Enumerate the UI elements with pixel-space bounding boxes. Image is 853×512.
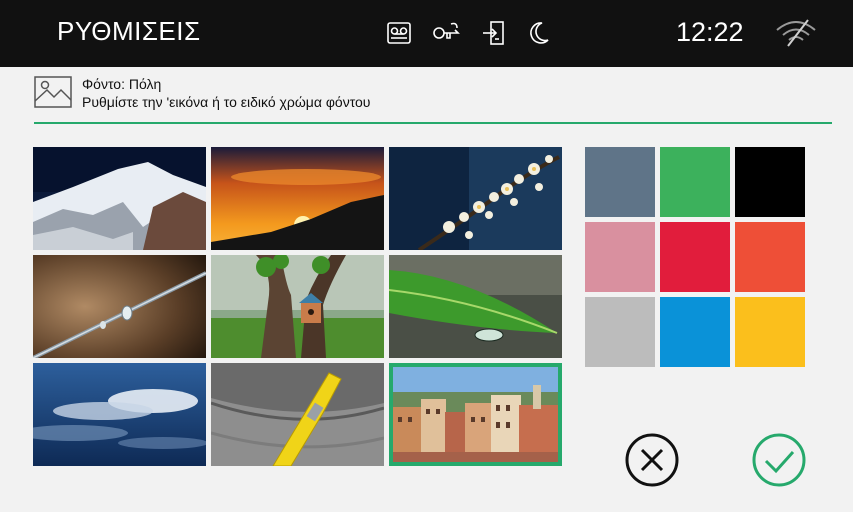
voicemail-icon [387,22,411,44]
divider [34,122,832,124]
wifi-off-icon [776,19,816,47]
color-swatch[interactable] [735,147,805,217]
color-swatch[interactable] [660,147,730,217]
wallpaper-snowy-mountain[interactable] [33,147,206,250]
color-swatch[interactable] [585,222,655,292]
color-swatch[interactable] [585,147,655,217]
settings-header: Φόντο: Πόλη Ρυθμίστε την 'εικόνα ή το ει… [34,74,834,124]
wallpaper-birdhouse-tree[interactable] [211,255,384,358]
background-subtitle: Ρυθμίστε την 'εικόνα ή το ειδικό χρώμα φ… [82,94,371,110]
color-swatch[interactable] [735,222,805,292]
confirm-icon [752,433,806,487]
wallpaper-city[interactable] [389,363,562,466]
wallpaper-blossom-branch[interactable] [389,147,562,250]
color-swatch[interactable] [660,297,730,367]
page-title: ΡΥΘΜΙΣΕΙΣ [57,16,201,46]
wallpaper-sunset-hills[interactable] [211,147,384,250]
color-swatch[interactable] [585,297,655,367]
top-bar: ΡΥΘΜΙΣΕΙΣ 12:22 [0,0,853,67]
background-title: Φόντο: Πόλη [82,76,162,92]
image-icon [34,76,72,108]
clock: 12:22 [676,17,744,47]
cancel-button[interactable] [624,432,680,493]
color-swatch[interactable] [660,222,730,292]
confirm-button[interactable] [751,432,807,493]
wallpaper-green-leaf-drop[interactable] [389,255,562,358]
wallpaper-cloudy-sky[interactable] [33,363,206,466]
wallpaper-yellow-clothespin[interactable] [211,363,384,466]
door-entry-icon [483,21,504,45]
cancel-icon [625,433,679,487]
moon-icon [530,22,549,44]
color-swatch[interactable] [735,297,805,367]
wallpaper-water-droplet-stem[interactable] [33,255,206,358]
key-icon [433,22,460,39]
